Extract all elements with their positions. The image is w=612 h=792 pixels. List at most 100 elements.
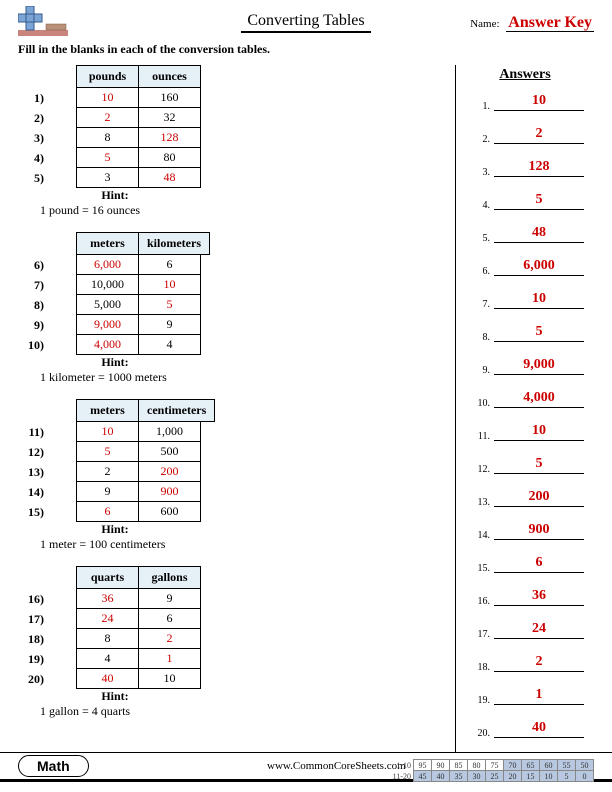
table-cell: 2	[139, 629, 201, 649]
score-cell: 75	[486, 760, 504, 771]
score-cell: 0	[576, 771, 594, 782]
score-cell: 85	[450, 760, 468, 771]
answer-value: 5	[494, 324, 584, 342]
row-number: 19)	[22, 652, 48, 667]
answer-line: 4.5	[456, 192, 594, 210]
score-cell: 10	[540, 771, 558, 782]
score-cell: 50	[576, 760, 594, 771]
table-cell: 32	[139, 108, 201, 128]
answer-line: 11.10	[456, 423, 594, 441]
answer-number: 7.	[483, 299, 491, 310]
table-cell: 8	[77, 128, 139, 148]
row-number: 14)	[22, 485, 48, 500]
table-cell: 6	[139, 255, 201, 275]
table-cell: 10	[77, 88, 139, 108]
answer-number: 16.	[478, 596, 491, 607]
page-title: Converting Tables	[241, 12, 370, 33]
answer-number: 10.	[478, 398, 491, 409]
main-column: poundsounces1)101602)2323)81284)5805)348…	[18, 65, 455, 753]
score-cell: 90	[432, 760, 450, 771]
hint-label: Hint:	[50, 188, 180, 203]
conversion-table: poundsounces1)101602)2323)81284)5805)348…	[22, 65, 455, 218]
table-cell: 200	[139, 462, 201, 482]
table-cell: 2	[77, 462, 139, 482]
answer-value: 36	[494, 588, 584, 606]
table-cell: 5	[77, 442, 139, 462]
conversion-table: quartsgallons16)36917)24618)8219)4120)40…	[22, 566, 455, 719]
row-number: 11)	[22, 425, 48, 440]
answer-line: 10.4,000	[456, 390, 594, 408]
row-number: 3)	[22, 131, 48, 146]
table-cell: 5,000	[77, 295, 139, 315]
table-cell: 5	[139, 295, 201, 315]
table-cell: 9	[139, 589, 201, 609]
answer-value: 200	[494, 489, 584, 507]
answer-value: 2	[494, 654, 584, 672]
table-cell: 3	[77, 168, 139, 188]
conversion-table: meterscentimeters11)101,00012)550013)220…	[22, 399, 455, 552]
table-header: quarts	[77, 567, 139, 589]
answer-line: 2.2	[456, 126, 594, 144]
name-label: Name:	[470, 18, 499, 30]
row-number: 9)	[22, 318, 48, 333]
answer-number: 1.	[483, 101, 491, 112]
answer-number: 8.	[483, 332, 491, 343]
row-number: 8)	[22, 298, 48, 313]
table-cell: 5	[77, 148, 139, 168]
row-number: 10)	[22, 338, 48, 353]
table-cell: 900	[139, 482, 201, 502]
answer-line: 1.10	[456, 93, 594, 111]
answer-value: 5	[494, 192, 584, 210]
row-number: 1)	[22, 91, 48, 106]
row-number: 18)	[22, 632, 48, 647]
answer-number: 13.	[478, 497, 491, 508]
table-cell: 40	[77, 669, 139, 689]
answer-number: 17.	[478, 629, 491, 640]
table-cell: 9	[139, 315, 201, 335]
answer-value: 1	[494, 687, 584, 705]
score-row-label: 11-20	[390, 771, 414, 782]
answer-number: 11.	[478, 431, 490, 442]
row-number: 5)	[22, 171, 48, 186]
answer-line: 16.36	[456, 588, 594, 606]
score-cell: 25	[486, 771, 504, 782]
table-cell: 9,000	[77, 315, 139, 335]
answer-line: 15.6	[456, 555, 594, 573]
table-header: meters	[77, 233, 139, 255]
hint-label: Hint:	[50, 522, 180, 537]
table-header: centimeters	[139, 400, 215, 422]
answer-line: 9.9,000	[456, 357, 594, 375]
answer-number: 12.	[478, 464, 491, 475]
answer-number: 18.	[478, 662, 491, 673]
table-cell: 10,000	[77, 275, 139, 295]
table-cell: 48	[139, 168, 201, 188]
score-cell: 35	[450, 771, 468, 782]
table-cell: 1	[139, 649, 201, 669]
answer-line: 6.6,000	[456, 258, 594, 276]
table-cell: 4,000	[77, 335, 139, 355]
answer-line: 8.5	[456, 324, 594, 342]
table-cell: 1,000	[139, 422, 201, 442]
name-field: Name: Answer Key	[470, 14, 594, 32]
table-cell: 80	[139, 148, 201, 168]
answer-line: 7.10	[456, 291, 594, 309]
answer-line: 14.900	[456, 522, 594, 540]
table-cell: 2	[77, 108, 139, 128]
instruction-text: Fill in the blanks in each of the conver…	[18, 42, 594, 57]
score-grid: 1-109590858075706560555011-2045403530252…	[390, 759, 595, 782]
answer-number: 6.	[483, 266, 491, 277]
answer-line: 19.1	[456, 687, 594, 705]
answer-line: 3.128	[456, 159, 594, 177]
answer-line: 18.2	[456, 654, 594, 672]
conversion-table: meterskilometers6)6,00067)10,000108)5,00…	[22, 232, 455, 385]
answer-key-label: Answer Key	[506, 14, 594, 32]
row-number: 20)	[22, 672, 48, 687]
score-cell: 5	[558, 771, 576, 782]
hint-text: 1 pound = 16 ounces	[40, 203, 455, 218]
row-number: 16)	[22, 592, 48, 607]
table-header: gallons	[139, 567, 201, 589]
answer-value: 10	[494, 423, 584, 441]
answer-line: 13.200	[456, 489, 594, 507]
table-header: meters	[77, 400, 139, 422]
hint-label: Hint:	[50, 355, 180, 370]
